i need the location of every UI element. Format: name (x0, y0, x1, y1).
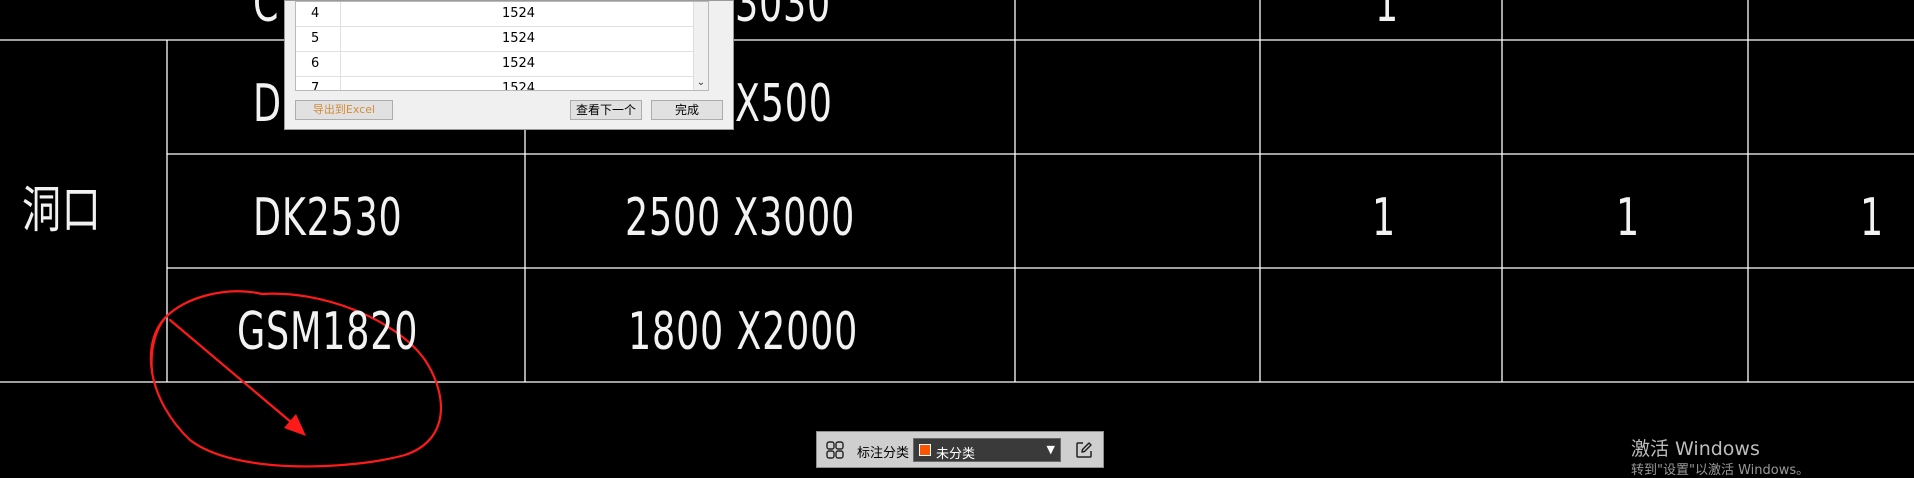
row-value: 1524 (501, 31, 536, 46)
row4-code-text: GSM1820 (237, 302, 419, 362)
done-button[interactable]: 完成 (651, 100, 723, 120)
table-row[interactable]: 4 1524 (296, 2, 696, 27)
row-value: 1524 (501, 56, 536, 71)
annotation-category-toolbar: 标注分类 未分类 ▼ (816, 431, 1104, 468)
row-index: 7 (296, 77, 341, 90)
row4-size-text: 1800 X2000 (628, 302, 859, 362)
row2-code-partial: D (253, 74, 282, 134)
activation-watermark-title: 激活 Windows (1631, 438, 1760, 460)
row-index: 6 (296, 52, 341, 76)
result-dialog: 4 1524 5 1524 6 1524 7 1524 ⌄ 导出到Excel 查… (284, 0, 734, 130)
category-select-value: 未分类 (936, 447, 976, 462)
row3-count-2: 1 (1616, 188, 1640, 248)
table-row[interactable]: 7 1524 (296, 77, 696, 91)
annotation-arrow-head (284, 414, 306, 436)
chevron-down-icon[interactable]: ⌄ (694, 77, 708, 88)
row3-count-3: 1 (1860, 188, 1884, 248)
result-grid: 4 1524 5 1524 6 1524 7 1524 ⌄ (295, 1, 709, 91)
row2-size-partial: X500 (735, 74, 833, 134)
row-index: 5 (296, 27, 341, 51)
activation-watermark-subtitle: 转到"设置"以激活 Windows。 (1631, 463, 1810, 478)
row1-size-partial: 3030 (735, 0, 831, 34)
grid-view-icon[interactable] (825, 440, 845, 460)
grid-scrollbar[interactable]: ⌄ (693, 2, 708, 90)
view-next-button[interactable]: 查看下一个 (570, 100, 642, 120)
row3-count-1: 1 (1372, 188, 1396, 248)
category-label-text: 洞口 (22, 181, 102, 239)
table-row[interactable]: 6 1524 (296, 52, 696, 77)
row3-code-text: DK2530 (253, 188, 403, 248)
row3-size-text: 2500 X3000 (625, 188, 856, 248)
row-value: 1524 (501, 6, 536, 21)
row1-code-partial: C (253, 0, 280, 34)
row1-count-partial: 1 (1375, 0, 1399, 34)
export-excel-button[interactable]: 导出到Excel (295, 100, 393, 120)
edit-icon[interactable] (1074, 440, 1094, 460)
row-index: 4 (296, 2, 341, 26)
category-color-swatch (919, 444, 931, 456)
table-row[interactable]: 5 1524 (296, 27, 696, 52)
category-label: 标注分类 (857, 446, 910, 461)
chevron-down-icon[interactable]: ▼ (1047, 443, 1055, 456)
category-select[interactable]: 未分类 ▼ (913, 438, 1061, 462)
row-value: 1524 (501, 81, 536, 91)
